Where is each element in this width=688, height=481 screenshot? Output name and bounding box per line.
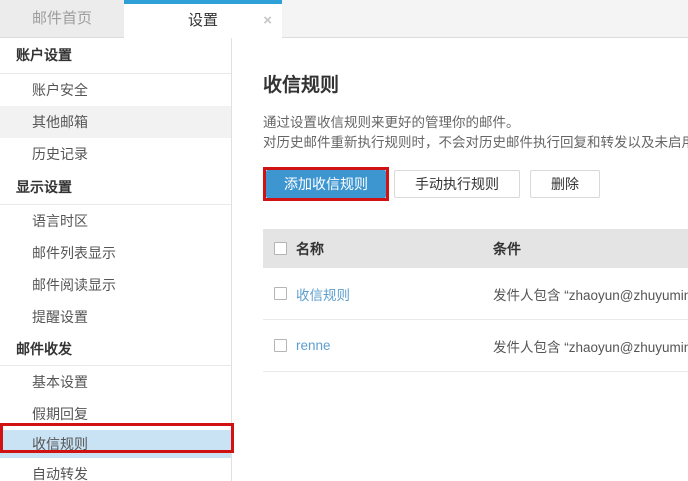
column-header-condition: 条件 [493, 239, 688, 259]
sidebar-section-mail-send-receive: 邮件收发 [0, 333, 231, 366]
rule-condition: 发件人包含 “zhaoyun@zhuyuming.so [493, 336, 688, 356]
annotation-box-add-button: 添加收信规则 [263, 167, 389, 201]
table-row: renne 发件人包含 “zhaoyun@zhuyuming.so [263, 320, 688, 372]
sidebar-item-history[interactable]: 历史记录 [0, 138, 231, 170]
main-content: 收信规则 通过设置收信规则来更好的管理你的邮件。 对历史邮件重新执行规则时，不会… [233, 38, 688, 481]
sidebar-item-language-timezone[interactable]: 语言时区 [0, 205, 231, 237]
description-line: 对历史邮件重新执行规则时，不会对历史邮件执行回复和转发以及未启用规则。 [263, 133, 688, 153]
sidebar-item-mail-read-display[interactable]: 邮件阅读显示 [0, 269, 231, 301]
add-rule-button[interactable]: 添加收信规则 [266, 170, 386, 198]
sidebar-section-account-settings: 账户设置 [0, 38, 231, 74]
column-header-name: 名称 [295, 239, 493, 259]
rule-name-link[interactable]: 收信规则 [296, 288, 350, 303]
sidebar-item-reminder-settings[interactable]: 提醒设置 [0, 301, 231, 333]
select-all-checkbox[interactable] [274, 242, 287, 255]
tab-settings-label: 设置 [188, 12, 218, 29]
sidebar-item-other-mailboxes[interactable]: 其他邮箱 [0, 106, 231, 138]
table-row: 收信规则 发件人包含 “zhaoyun@zhuyuming.so [263, 268, 688, 320]
sidebar-item-receive-rules[interactable]: 收信规则 [0, 430, 231, 458]
tab-bar: 邮件首页 设置 × [0, 0, 688, 38]
rule-name-link[interactable]: renne [296, 338, 331, 353]
manual-run-rules-button[interactable]: 手动执行规则 [394, 170, 520, 198]
sidebar-item-auto-forward[interactable]: 自动转发 [0, 458, 231, 481]
row-checkbox[interactable] [274, 339, 287, 352]
description-line: 通过设置收信规则来更好的管理你的邮件。 [263, 113, 688, 133]
tabbar-filler [282, 0, 688, 38]
delete-button[interactable]: 删除 [530, 170, 600, 198]
table-header-row: 名称 条件 [263, 229, 688, 268]
sidebar-section-display-settings: 显示设置 [0, 170, 231, 205]
sidebar-item-basic-settings[interactable]: 基本设置 [0, 366, 231, 398]
sidebar-item-vacation-reply[interactable]: 假期回复 [0, 398, 231, 430]
settings-sidebar: 账户设置 账户安全 其他邮箱 历史记录 显示设置 语言时区 邮件列表显示 邮件阅… [0, 38, 232, 481]
sidebar-item-mail-list-display[interactable]: 邮件列表显示 [0, 237, 231, 269]
row-checkbox[interactable] [274, 287, 287, 300]
rule-condition: 发件人包含 “zhaoyun@zhuyuming.so [493, 284, 688, 304]
sidebar-item-account-security[interactable]: 账户安全 [0, 74, 231, 106]
tab-settings[interactable]: 设置 × [124, 0, 282, 38]
close-icon[interactable]: × [263, 4, 272, 37]
page-title: 收信规则 [263, 70, 688, 97]
tab-mail-home[interactable]: 邮件首页 [0, 0, 124, 38]
button-row: 添加收信规则 手动执行规则 删除 [263, 167, 688, 201]
rules-table: 名称 条件 收信规则 发件人包含 “zhaoyun@zhuyuming.so r… [263, 229, 688, 372]
settings-page: 邮件首页 设置 × 账户设置 账户安全 其他邮箱 历史记录 显示设置 语言时区 … [0, 0, 688, 481]
